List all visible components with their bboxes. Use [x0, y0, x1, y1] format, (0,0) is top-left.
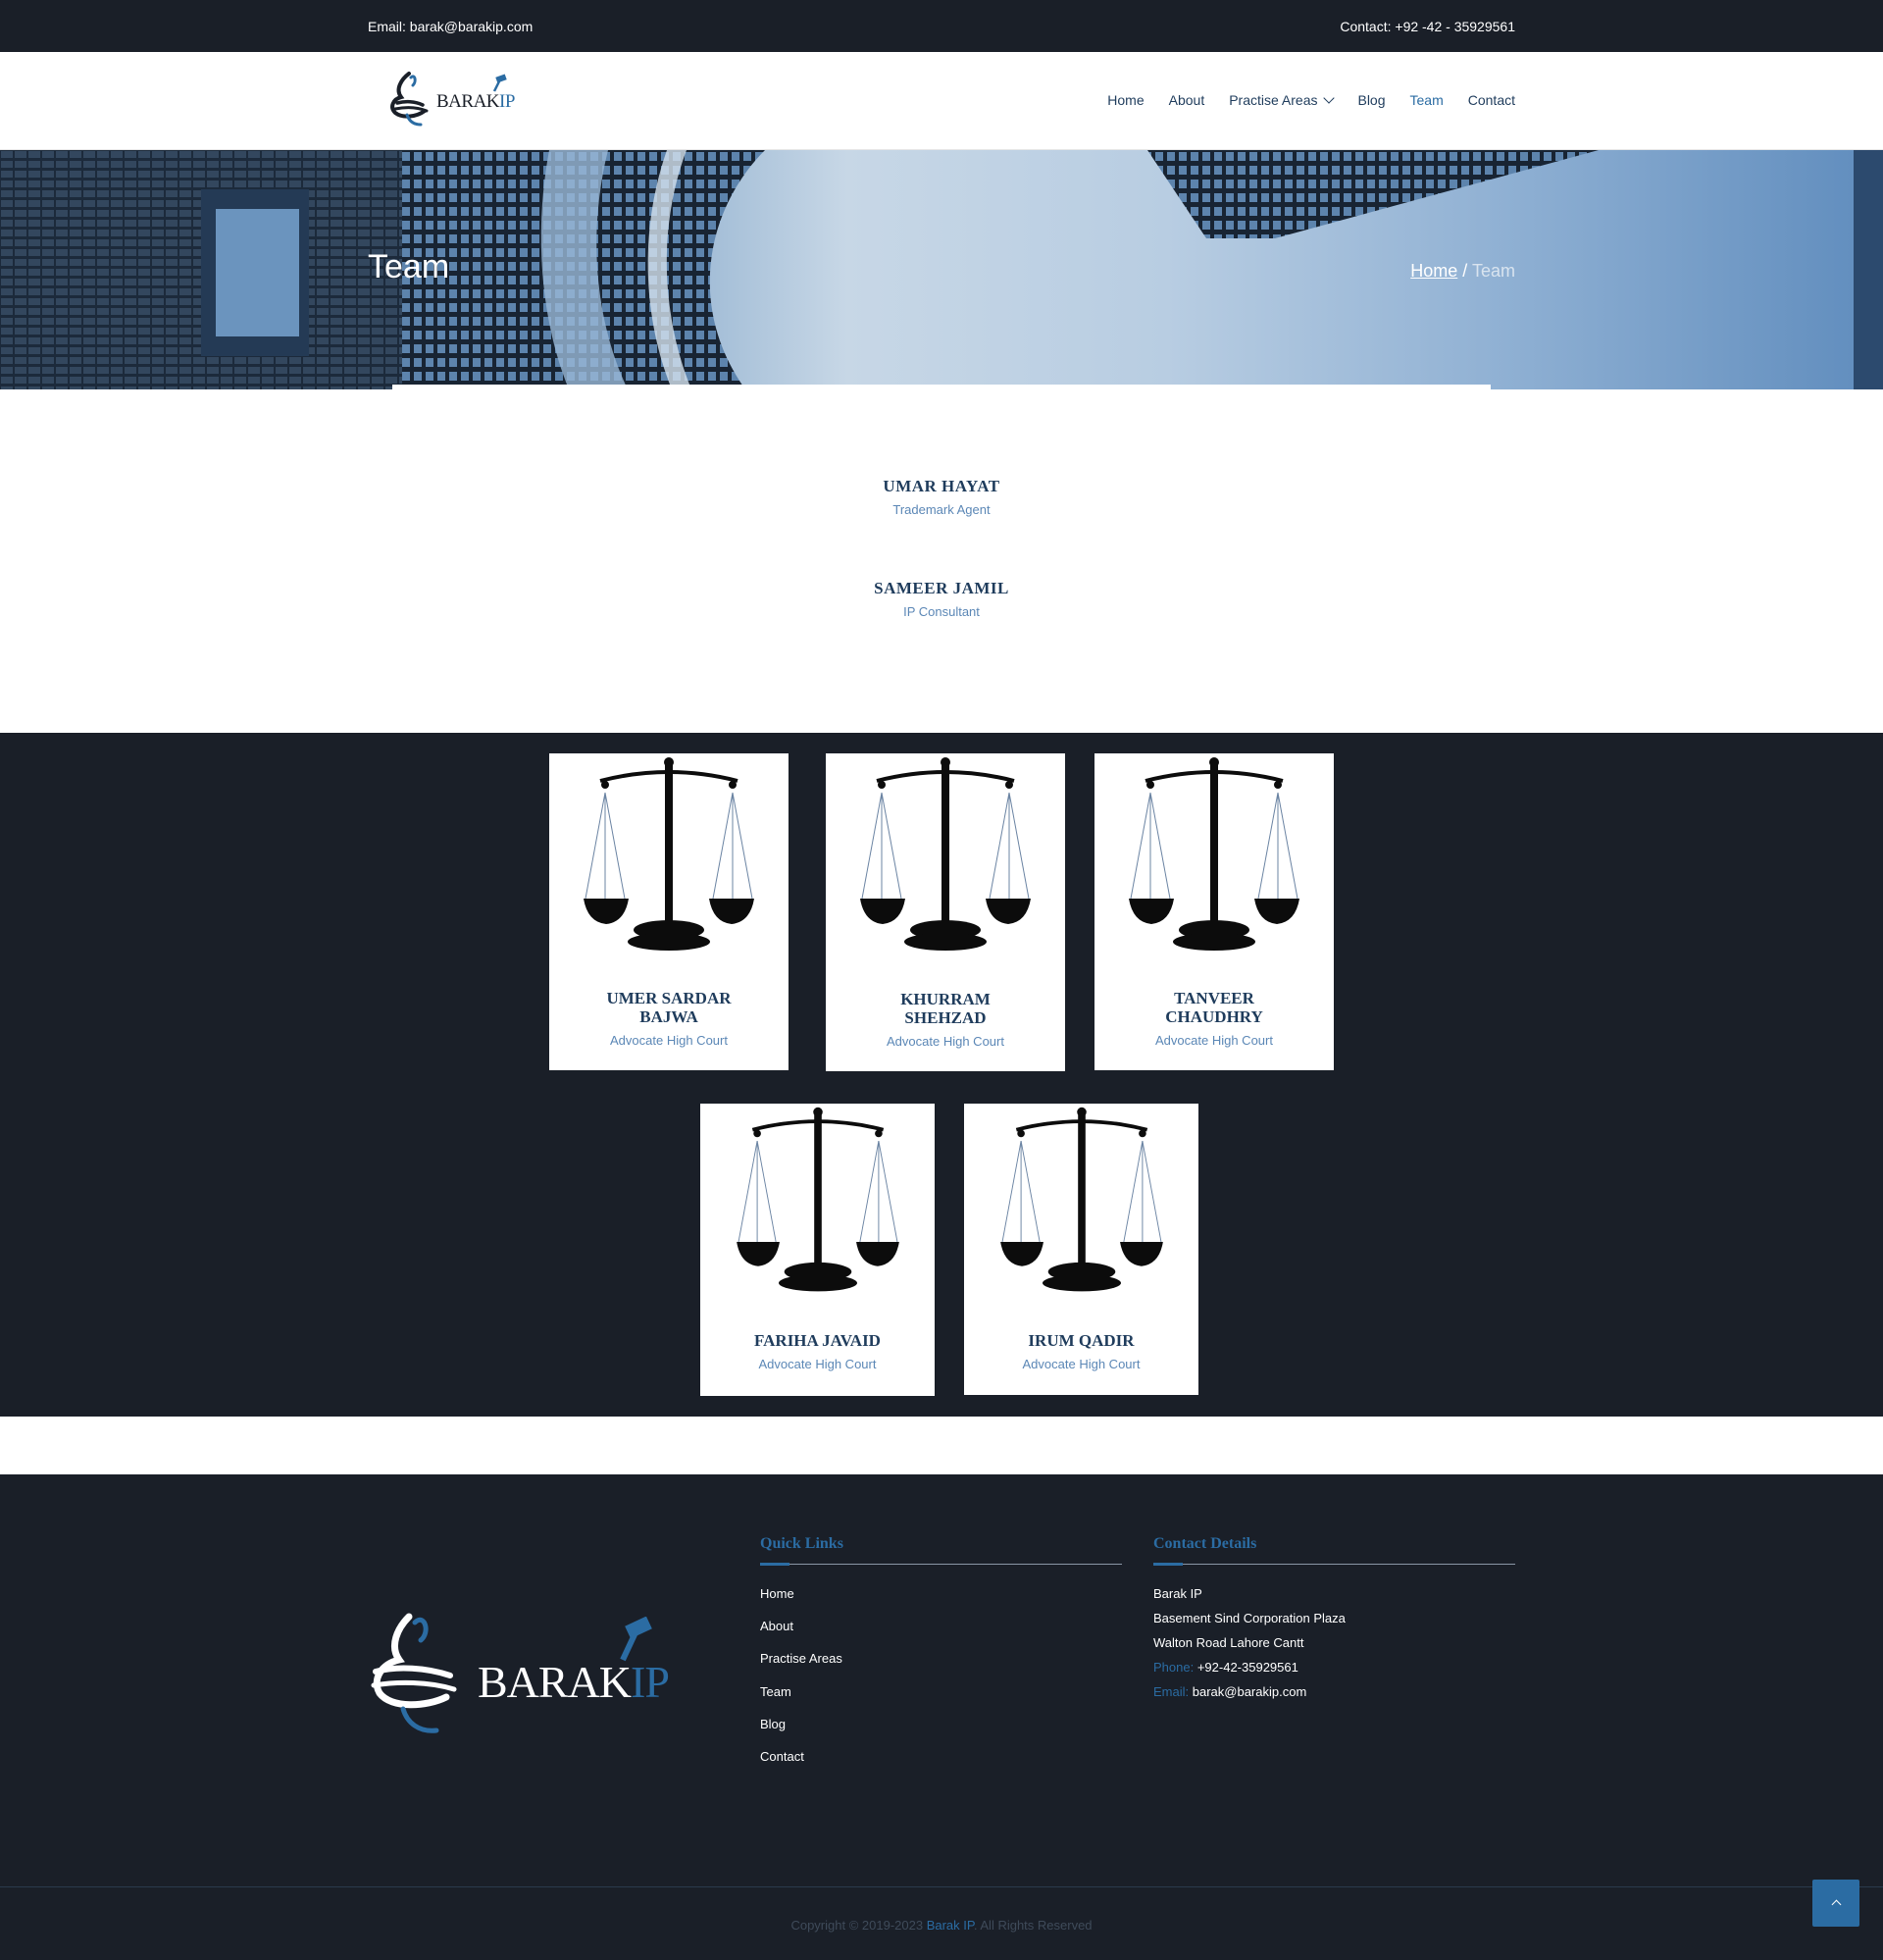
featured-member: UMAR HAYAT Trademark Agent — [0, 477, 1883, 517]
phone-value[interactable]: +92-42-35929561 — [1197, 1660, 1298, 1675]
contact-email: Email: barak@barakip.com — [1153, 1684, 1306, 1699]
team-card-name: TANVEER CHAUDHRY — [1165, 989, 1263, 1026]
contact-details-divider — [1153, 1563, 1515, 1566]
nav-practise-areas[interactable]: Practise Areas — [1229, 92, 1336, 108]
contact-phone: Phone: +92-42-35929561 — [1153, 1660, 1298, 1675]
team-card[interactable]: FARIHA JAVAID Advocate High Court — [700, 1104, 935, 1396]
email-value[interactable]: barak@barakip.com — [1193, 1684, 1307, 1699]
site-header: BARAKIP Home About Practise Areas Blog T… — [0, 52, 1883, 150]
main-nav: Home About Practise Areas Blog Team Cont… — [1107, 92, 1515, 108]
member-role: IP Consultant — [903, 604, 980, 619]
page-title: Team — [368, 248, 450, 285]
team-card-name: FARIHA JAVAID — [754, 1331, 881, 1350]
contact-company: Barak IP — [1153, 1586, 1202, 1601]
footer-logo-wordmark: BARAKIP — [478, 1657, 670, 1707]
gavel-icon — [492, 74, 507, 92]
scales-of-justice-icon — [584, 757, 754, 951]
topbar-contact[interactable]: Contact: +92 -42 - 35929561 — [1340, 19, 1515, 34]
team-card-role: Advocate High Court — [1155, 1033, 1273, 1048]
chevron-down-icon — [1323, 92, 1336, 104]
footer-link-blog[interactable]: Blog — [760, 1717, 786, 1731]
page-banner: Team Home / Team — [0, 150, 1883, 389]
breadcrumb: Home / Team — [1410, 261, 1515, 282]
building-photo-background — [0, 150, 1883, 389]
contact-address-line1: Basement Sind Corporation Plaza — [1153, 1611, 1346, 1625]
team-card[interactable]: IRUM QADIR Advocate High Court — [964, 1104, 1198, 1395]
scales-of-justice-icon — [999, 1107, 1163, 1292]
nav-contact[interactable]: Contact — [1468, 92, 1515, 108]
team-card-role: Advocate High Court — [758, 1357, 877, 1371]
scales-of-justice-icon — [1129, 757, 1299, 951]
contact-address-line2: Walton Road Lahore Cantt — [1153, 1635, 1304, 1650]
team-card[interactable]: TANVEER CHAUDHRY Advocate High Court — [1094, 753, 1334, 1070]
logo-wordmark: BARAKIP — [436, 91, 515, 112]
breadcrumb-separator: / — [1462, 261, 1468, 281]
site-footer: BARAKIP Quick Links Home About Practise … — [0, 1474, 1883, 1960]
back-to-top-button[interactable] — [1812, 1880, 1859, 1927]
footer-link-team[interactable]: Team — [760, 1684, 791, 1699]
contact-details-title: Contact Details — [1153, 1535, 1257, 1552]
copyright-brand-link[interactable]: Barak IP — [927, 1918, 974, 1933]
team-card-role: Advocate High Court — [1022, 1357, 1141, 1371]
site-logo[interactable]: BARAKIP — [387, 68, 515, 129]
nav-team[interactable]: Team — [1410, 92, 1444, 108]
member-role: Trademark Agent — [892, 502, 991, 517]
footer-link-home[interactable]: Home — [760, 1586, 794, 1601]
breadcrumb-current: Team — [1471, 261, 1515, 281]
team-card-name: IRUM QADIR — [1028, 1331, 1135, 1350]
chevron-up-icon — [1831, 1899, 1842, 1910]
nav-blog[interactable]: Blog — [1357, 92, 1385, 108]
topbar-email[interactable]: Email: barak@barakip.com — [368, 19, 533, 34]
team-card[interactable]: KHURRAM SHEHZAD Advocate High Court — [826, 753, 1065, 1071]
scales-of-justice-icon — [860, 757, 1031, 951]
footer-logo[interactable]: BARAKIP — [368, 1607, 672, 1754]
team-card[interactable]: UMER SARDAR BAJWA Advocate High Court — [549, 753, 789, 1070]
footer-link-practise-areas[interactable]: Practise Areas — [760, 1651, 842, 1666]
member-name: SAMEER JAMIL — [874, 579, 1009, 597]
team-grid: UMER SARDAR BAJWA Advocate High Court KHU… — [0, 733, 1883, 1417]
phone-label: Phone: — [1153, 1660, 1195, 1675]
featured-members: UMAR HAYAT Trademark Agent SAMEER JAMIL … — [0, 390, 1883, 733]
top-bar: Email: barak@barakip.com Contact: +92 -4… — [0, 0, 1883, 52]
copyright: Copyright © 2019-2023 Barak IP. All Righ… — [790, 1918, 1093, 1933]
footer-link-contact[interactable]: Contact — [760, 1749, 804, 1764]
footer-link-about[interactable]: About — [760, 1619, 793, 1633]
nav-about[interactable]: About — [1169, 92, 1205, 108]
scales-of-justice-icon — [736, 1107, 899, 1292]
breadcrumb-home[interactable]: Home — [1410, 261, 1457, 281]
team-card-role: Advocate High Court — [887, 1034, 1004, 1049]
team-card-name: KHURRAM SHEHZAD — [900, 990, 991, 1027]
team-card-name: UMER SARDAR BAJWA — [606, 989, 732, 1026]
featured-member: SAMEER JAMIL IP Consultant — [0, 579, 1883, 619]
footer-divider — [0, 1886, 1883, 1887]
member-name: UMAR HAYAT — [883, 477, 1000, 495]
quick-links-divider — [760, 1563, 1122, 1566]
nav-home[interactable]: Home — [1107, 92, 1144, 108]
quick-links-title: Quick Links — [760, 1535, 843, 1552]
email-label: Email: — [1153, 1684, 1190, 1699]
calligraphy-logo-icon — [371, 1613, 457, 1733]
team-card-role: Advocate High Court — [610, 1033, 728, 1048]
nav-practise-areas-label: Practise Areas — [1229, 92, 1318, 108]
